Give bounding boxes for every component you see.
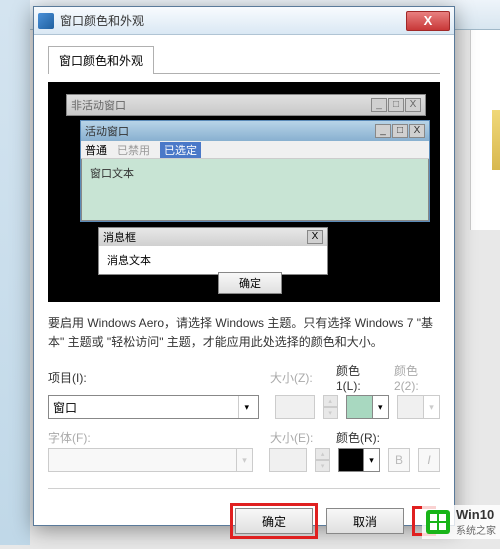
- watermark: Win10 系统之家: [422, 505, 500, 539]
- divider: [48, 488, 440, 489]
- chevron-down-icon: ▾: [236, 449, 252, 471]
- size-input: [275, 395, 314, 419]
- preview-area: 非活动窗口 _ □ X 活动窗口 _ □ X 普通 已禁用: [48, 82, 440, 302]
- chevron-down-icon: ▾: [423, 396, 439, 418]
- controls-row-1: 窗口 ▾ ▴ ▾ ▾ ▾: [48, 395, 440, 419]
- labels-row-2: 字体(F): 大小(E): 颜色(R):: [48, 429, 440, 446]
- close-icon: X: [424, 13, 433, 28]
- preview-msgbox-text: 消息文本: [107, 255, 151, 267]
- tab-appearance[interactable]: 窗口颜色和外观: [48, 46, 154, 74]
- item-combo-value: 窗口: [53, 399, 238, 416]
- preview-active-titlebar: 活动窗口 _ □ X: [81, 121, 429, 141]
- description-text: 要启用 Windows Aero，请选择 Windows 主题。只有选择 Win…: [48, 314, 440, 352]
- chevron-down-icon: ▾: [238, 396, 254, 418]
- font-size-spinner: ▴ ▾: [315, 448, 330, 472]
- italic-button: I: [418, 448, 440, 472]
- color2-label: 颜色 2(2):: [394, 362, 440, 393]
- color1-label: 颜色 1(L):: [336, 362, 386, 393]
- dialog-icon: [38, 13, 54, 29]
- menu-item-normal[interactable]: 普通: [85, 142, 107, 158]
- preview-window-text: 窗口文本: [90, 168, 134, 180]
- preview-active-title-text: 活动窗口: [85, 123, 129, 139]
- item-label: 项目(I):: [48, 369, 87, 386]
- labels-row-1: 项目(I): 大小(Z): 颜色 1(L): 颜色 2(2):: [48, 362, 440, 393]
- font-color-combobox[interactable]: ▾: [338, 448, 380, 472]
- color1-swatch: [347, 396, 372, 418]
- color2-swatch: [398, 396, 423, 418]
- preview-msgbox-body: 消息文本: [99, 246, 327, 274]
- watermark-logo-icon: [426, 510, 450, 534]
- background-left-panel: [0, 0, 30, 545]
- dialog-body: 窗口颜色和外观 非活动窗口 _ □ X 活动窗口 _ □: [34, 35, 454, 549]
- maximize-icon: □: [388, 98, 404, 112]
- controls-row-2: ▾ ▴ ▾ ▾ B I: [48, 448, 440, 472]
- watermark-title: Win10: [456, 507, 496, 522]
- tab-strip: 窗口颜色和外观: [48, 45, 440, 74]
- spinner-down-icon: ▾: [315, 460, 330, 472]
- preview-window-body[interactable]: 窗口文本: [81, 159, 429, 221]
- watermark-subtitle: 系统之家: [456, 522, 496, 537]
- dialog-button-row: 确定 取消: [48, 503, 440, 539]
- menu-item-disabled: 已禁用: [117, 142, 150, 158]
- spinner-up-icon: ▴: [315, 448, 330, 460]
- preview-msgbox-title-text: 消息框: [103, 229, 136, 245]
- spinner-up-icon: ▴: [323, 395, 338, 407]
- font-combo-value: [49, 449, 236, 471]
- bold-button: B: [388, 448, 410, 472]
- preview-inactive-titlebar: 非活动窗口 _ □ X: [67, 95, 425, 115]
- appearance-dialog: 窗口颜色和外观 X 窗口颜色和外观 非活动窗口 _ □ X 活动窗口: [33, 6, 455, 526]
- preview-inactive-title-text: 非活动窗口: [71, 97, 126, 113]
- minimize-icon: _: [371, 98, 387, 112]
- font-combobox: ▾: [48, 448, 253, 472]
- item-combobox[interactable]: 窗口 ▾: [48, 395, 259, 419]
- chevron-down-icon: ▾: [363, 449, 379, 471]
- cancel-button[interactable]: 取消: [326, 508, 404, 534]
- font-size-label: 大小(E):: [270, 429, 328, 446]
- chevron-down-icon: ▾: [372, 396, 388, 418]
- ok-button-highlight: 确定: [230, 503, 318, 539]
- preview-inactive-window[interactable]: 非活动窗口 _ □ X: [66, 94, 426, 116]
- close-icon: X: [405, 98, 421, 112]
- preview-msgbox-titlebar: 消息框 X: [99, 228, 327, 246]
- close-icon: X: [307, 230, 323, 244]
- preview-active-window[interactable]: 活动窗口 _ □ X 普通 已禁用 已选定 窗口文本: [80, 120, 430, 222]
- dialog-title: 窗口颜色和外观: [60, 12, 406, 29]
- dialog-titlebar[interactable]: 窗口颜色和外观 X: [34, 7, 454, 35]
- font-color-swatch: [339, 449, 363, 471]
- maximize-icon: □: [392, 124, 408, 138]
- size-spinner: ▴ ▾: [323, 395, 338, 419]
- spinner-down-icon: ▾: [323, 407, 338, 419]
- dialog-close-button[interactable]: X: [406, 11, 450, 31]
- preview-ok-button[interactable]: 确定: [218, 272, 282, 294]
- background-gold-strip: [492, 110, 500, 170]
- color1-combobox[interactable]: ▾: [346, 395, 389, 419]
- font-label: 字体(F):: [48, 429, 91, 446]
- preview-message-box[interactable]: 消息框 X 消息文本: [98, 227, 328, 275]
- close-icon: X: [409, 124, 425, 138]
- minimize-icon: _: [375, 124, 391, 138]
- font-size-input: [269, 448, 307, 472]
- size-label: 大小(Z):: [270, 369, 328, 386]
- color2-combobox: ▾: [397, 395, 440, 419]
- menu-item-selected[interactable]: 已选定: [160, 142, 201, 158]
- ok-button[interactable]: 确定: [235, 508, 313, 534]
- font-color-label: 颜色(R):: [336, 429, 440, 446]
- preview-menu-bar: 普通 已禁用 已选定: [81, 141, 429, 159]
